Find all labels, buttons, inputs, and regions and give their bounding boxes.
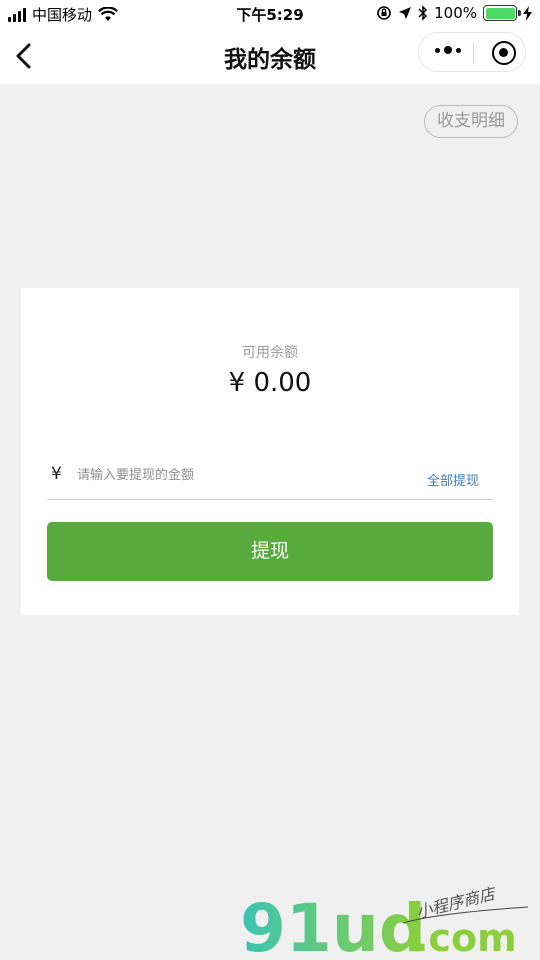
bluetooth-icon: [418, 5, 428, 21]
withdraw-button[interactable]: 提现: [47, 522, 493, 581]
withdraw-amount-input[interactable]: [77, 462, 377, 488]
balance-card: 可用余额 ¥ 0.00 ¥ 全部提现 提现: [21, 288, 519, 615]
more-dot-icon: [444, 46, 452, 54]
status-right: 100%: [376, 4, 532, 22]
charging-icon: [523, 5, 532, 21]
capsule-divider: [473, 42, 474, 64]
more-dot-icon: [435, 47, 440, 53]
nav-bar: 我的余额: [0, 28, 540, 84]
watermark-logo: 91ud .com 小程序商店: [240, 885, 529, 960]
balance-amount: ¥ 0.00: [228, 368, 312, 398]
battery-level: [485, 7, 515, 19]
transaction-detail-button[interactable]: 收支明细: [424, 105, 518, 138]
currency-symbol: ¥: [51, 464, 62, 484]
status-bar: 中国移动 下午5:29 100%: [0, 0, 540, 28]
watermark-brand: 91ud: [240, 890, 426, 960]
battery-icon: [483, 5, 521, 21]
more-button[interactable]: [435, 46, 461, 54]
withdraw-all-link[interactable]: 全部提现: [427, 470, 479, 489]
withdraw-amount-row: ¥ 全部提现: [47, 458, 493, 500]
battery-percent: 100%: [434, 4, 477, 22]
close-miniprogram-button[interactable]: [492, 41, 516, 65]
watermark-domain: .com: [414, 916, 517, 960]
miniprogram-capsule: [418, 32, 526, 72]
rotation-lock-icon: [377, 6, 391, 20]
more-dot-icon: [456, 47, 461, 53]
balance-label: 可用余额: [242, 345, 298, 361]
location-icon: [399, 7, 412, 19]
